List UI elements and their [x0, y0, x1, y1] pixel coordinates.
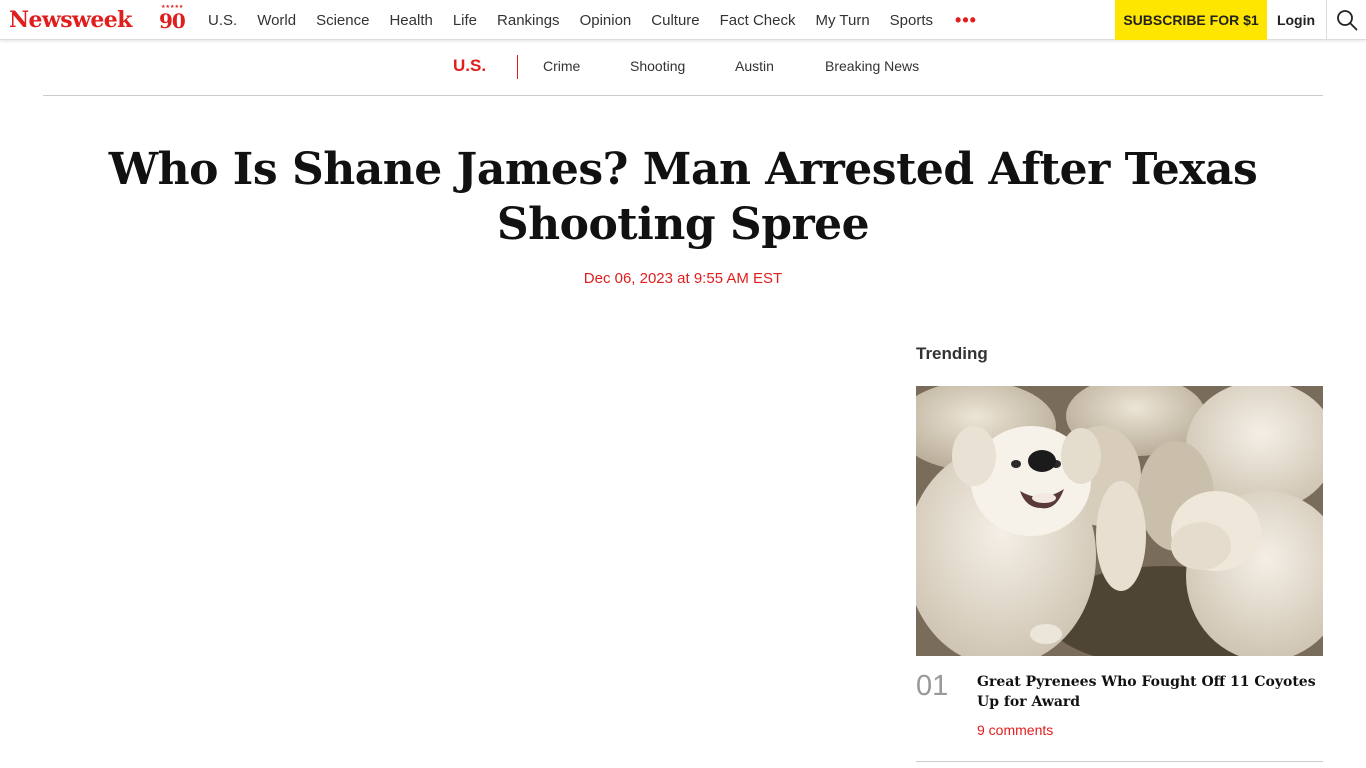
search-button[interactable]: [1326, 0, 1366, 40]
nav-item-sports[interactable]: Sports: [890, 12, 933, 29]
trending-item-divider: [916, 761, 1323, 762]
logo-wordmark: Newsweek: [9, 7, 132, 33]
tag-link-shooting[interactable]: Shooting: [630, 58, 685, 74]
search-icon: [1336, 10, 1357, 31]
nav-item-science[interactable]: Science: [316, 12, 369, 29]
subscribe-button[interactable]: SUBSCRIBE FOR $1: [1115, 0, 1267, 40]
trending-item-rank: 01: [916, 670, 949, 702]
nav-item-fact-check[interactable]: Fact Check: [720, 12, 796, 29]
section-navigation: U.S. Crime Shooting Austin Breaking News: [43, 41, 1323, 96]
tag-link-austin[interactable]: Austin: [735, 58, 774, 74]
nav-item-us[interactable]: U.S.: [208, 12, 237, 29]
nav-item-my-turn[interactable]: My Turn: [815, 12, 869, 29]
tag-link-crime[interactable]: Crime: [543, 58, 580, 74]
more-menu-icon[interactable]: •••: [955, 10, 977, 31]
badge-number: 90: [159, 9, 186, 33]
trending-item-image[interactable]: [916, 386, 1323, 656]
anniversary-badge: ★★★★★ 90: [159, 4, 186, 33]
section-divider: [517, 55, 518, 79]
nav-item-world[interactable]: World: [257, 12, 296, 29]
nav-item-life[interactable]: Life: [453, 12, 477, 29]
trending-item-headline[interactable]: Great Pyrenees Who Fought Off 11 Coyotes…: [977, 672, 1323, 712]
dog-and-sheep-photo: [916, 386, 1323, 656]
tag-link-breaking-news[interactable]: Breaking News: [825, 58, 919, 74]
article-headline: Who Is Shane James? Man Arrested After T…: [108, 144, 1258, 250]
article-date: Dec 06, 2023 at 9:55 AM EST: [583, 270, 783, 287]
login-button[interactable]: Login: [1267, 0, 1325, 40]
section-category-link[interactable]: U.S.: [453, 56, 486, 76]
trending-heading: Trending: [916, 344, 988, 363]
nav-item-rankings[interactable]: Rankings: [497, 12, 560, 29]
nav-item-opinion[interactable]: Opinion: [580, 12, 632, 29]
trending-item-comments-link[interactable]: 9 comments: [977, 722, 1053, 738]
nav-item-culture[interactable]: Culture: [651, 12, 699, 29]
nav-item-health[interactable]: Health: [389, 12, 432, 29]
newsweek-logo[interactable]: Newsweek ★★★★★ 90: [9, 4, 186, 34]
main-nav: U.S. World Science Health Life Rankings …: [208, 0, 977, 40]
top-navigation-bar: Newsweek ★★★★★ 90 U.S. World Science Hea…: [0, 0, 1366, 40]
